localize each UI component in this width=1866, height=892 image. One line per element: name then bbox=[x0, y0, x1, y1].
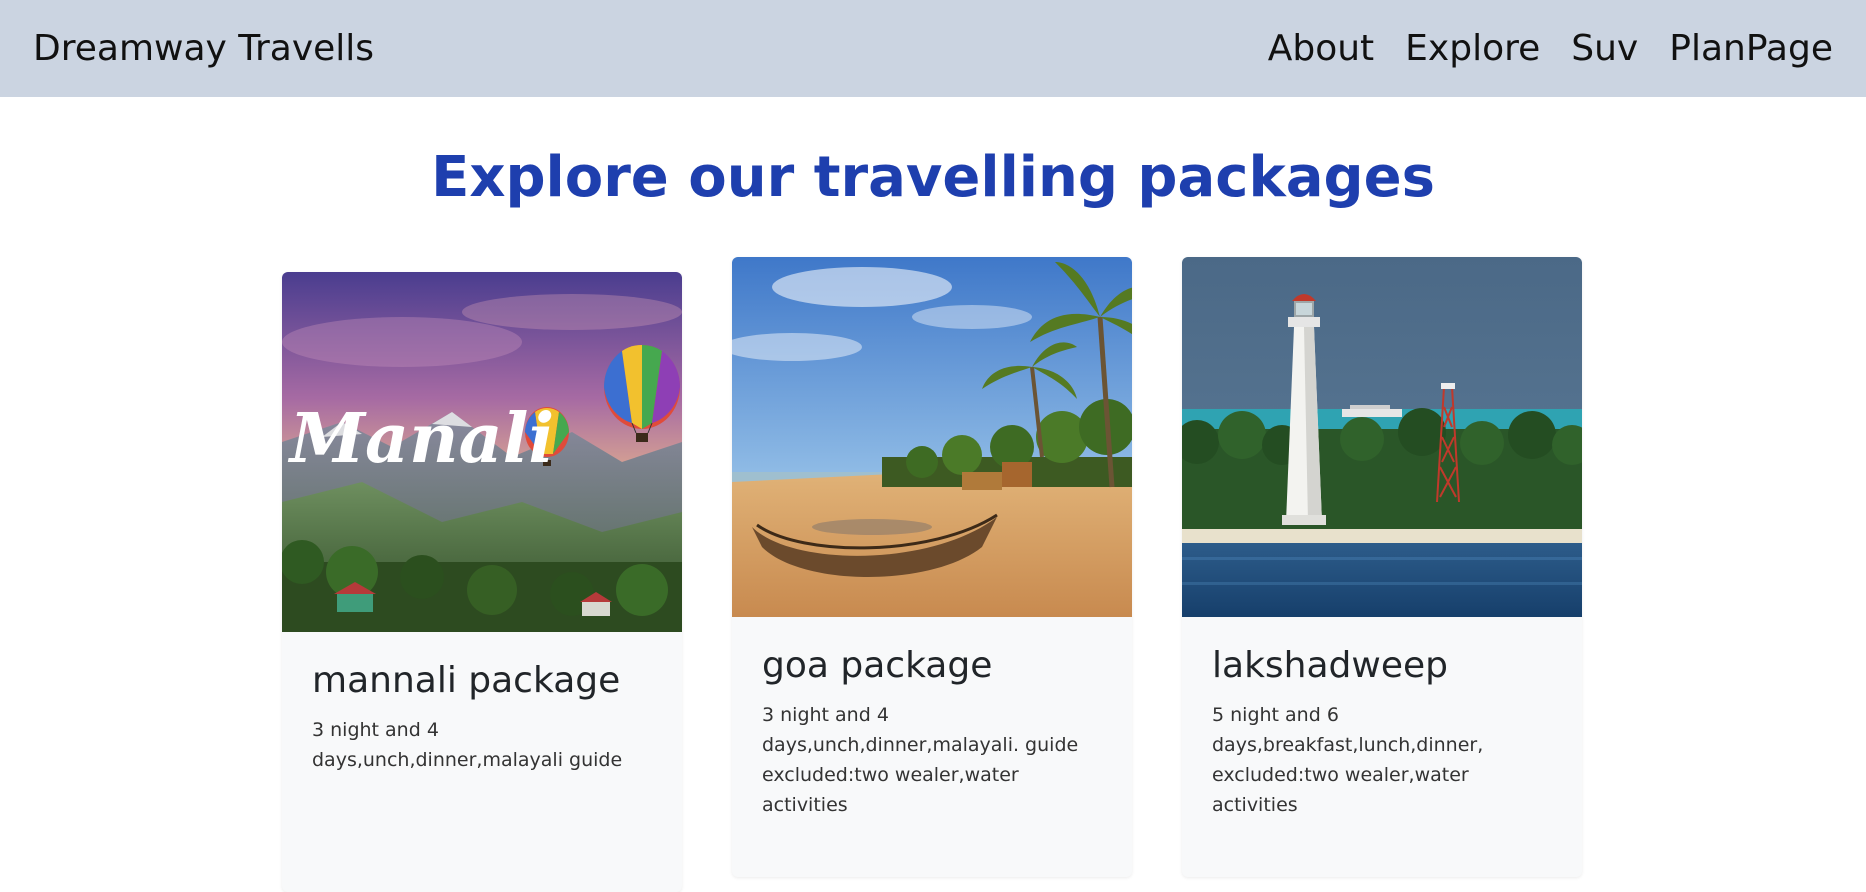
package-card-lakshadweep[interactable]: lakshadweep 5 night and 6 days,breakfast… bbox=[1182, 257, 1582, 877]
goa-beach-image bbox=[732, 257, 1132, 617]
top-navbar: Dreamway Travells About Explore Suv Plan… bbox=[0, 0, 1866, 97]
nav-links: About Explore Suv PlanPage bbox=[1268, 28, 1833, 69]
nav-link-planpage[interactable]: PlanPage bbox=[1669, 28, 1833, 69]
manali-image: Manali bbox=[282, 272, 682, 632]
package-card-manali[interactable]: Manali mannali package 3 night and 4 day… bbox=[282, 272, 682, 892]
card-text: 3 night and 4 days,unch,dinner,malayali … bbox=[312, 719, 623, 771]
page-heading: Explore our travelling packages bbox=[431, 145, 1435, 210]
lakshadweep-lighthouse-image bbox=[1182, 257, 1582, 617]
card-body: mannali package 3 night and 4 days,unch,… bbox=[282, 632, 682, 892]
card-body: lakshadweep 5 night and 6 days,breakfast… bbox=[1182, 617, 1582, 877]
card-body: goa package 3 night and 4 days,unch,dinn… bbox=[732, 617, 1132, 877]
package-card-goa[interactable]: goa package 3 night and 4 days,unch,dinn… bbox=[732, 257, 1132, 877]
card-text: 5 night and 6 days,breakfast,lunch,dinne… bbox=[1212, 704, 1484, 816]
card-title: mannali package bbox=[312, 660, 621, 701]
card-title: goa package bbox=[762, 645, 993, 686]
card-title: lakshadweep bbox=[1212, 645, 1448, 686]
card-text: 3 night and 4 days,unch,dinner,malayali.… bbox=[762, 704, 1079, 816]
nav-link-about[interactable]: About bbox=[1268, 28, 1374, 69]
manali-image-lettering: Manali bbox=[288, 399, 555, 479]
brand-link[interactable]: Dreamway Travells bbox=[33, 28, 374, 69]
nav-link-suv[interactable]: Suv bbox=[1571, 28, 1638, 69]
nav-link-explore[interactable]: Explore bbox=[1405, 28, 1540, 69]
